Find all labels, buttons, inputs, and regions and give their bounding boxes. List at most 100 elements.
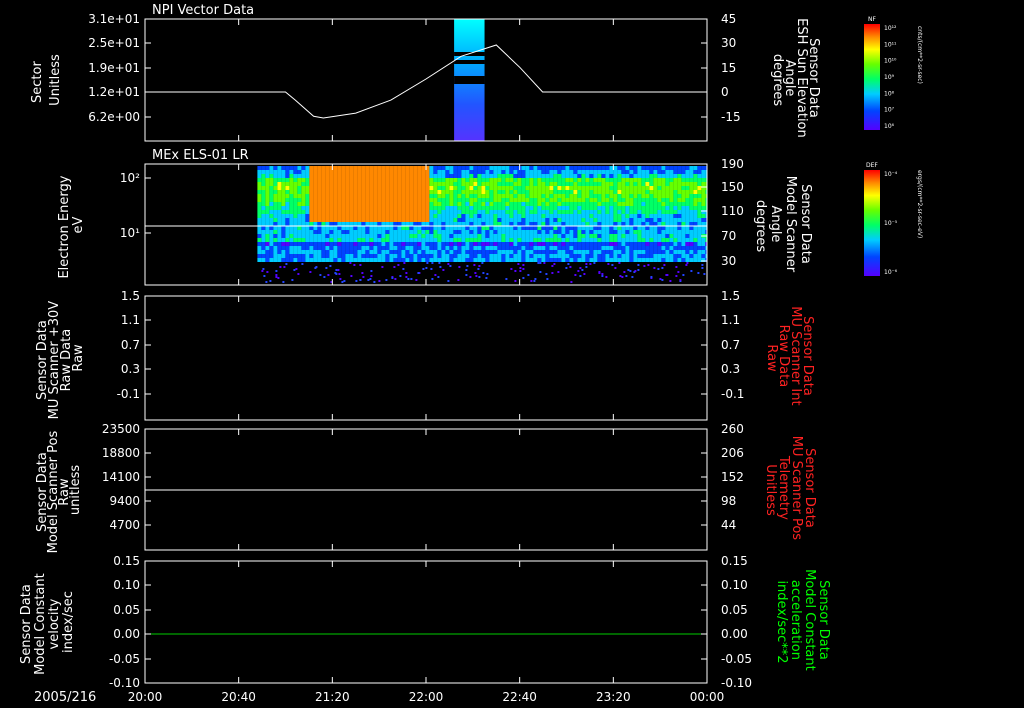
colorbar-1-gradient xyxy=(864,24,880,130)
spectrogram-cell xyxy=(393,174,398,178)
spectrogram-cell xyxy=(313,166,318,170)
spectrogram-cell xyxy=(605,194,610,198)
spectrogram-cell xyxy=(349,206,354,210)
spectrogram-cell xyxy=(269,178,274,182)
spectrogram-cell xyxy=(361,254,366,258)
spectrogram-cell xyxy=(385,186,390,190)
spectrogram-cell xyxy=(433,166,438,170)
spectrogram-cell xyxy=(317,182,322,186)
spectrogram-cell xyxy=(473,166,478,170)
spectrogram-cell xyxy=(389,182,394,186)
spectrogram-cell xyxy=(341,226,346,230)
spectrogram-cell xyxy=(385,258,390,262)
spectrogram-cell xyxy=(457,210,462,214)
spectrogram-cell xyxy=(317,226,322,230)
spectrogram-cell xyxy=(477,186,482,190)
spectrogram-cell xyxy=(465,170,470,174)
spectrogram-cell xyxy=(529,246,534,250)
spectrogram-dot xyxy=(263,275,266,277)
spectrogram-cell xyxy=(541,242,546,246)
spectrogram-cell xyxy=(557,174,562,178)
spectrogram-cell xyxy=(373,222,378,226)
spectrogram-cell xyxy=(289,174,294,178)
spectrogram-cell xyxy=(645,250,650,254)
spectrogram-cell xyxy=(605,230,610,234)
spectrogram-cell xyxy=(437,190,442,194)
spectrogram-cell xyxy=(293,186,298,190)
spectrogram-cell xyxy=(449,218,454,222)
spectrogram-cell xyxy=(325,214,330,218)
spectrogram-cell xyxy=(513,166,518,170)
spectrogram-cell xyxy=(317,214,322,218)
spectrogram-dot xyxy=(522,264,525,266)
spectrogram-cell xyxy=(333,210,338,214)
spectrogram-cell xyxy=(445,230,450,234)
spectrogram-cell xyxy=(649,178,654,182)
spectrogram-cell xyxy=(533,178,538,182)
spectrogram-cell xyxy=(577,254,582,258)
spectrogram-cell xyxy=(653,190,658,194)
spectrogram-cell xyxy=(701,166,706,170)
spectrogram-cell xyxy=(357,170,362,174)
spectrogram-cell xyxy=(605,250,610,254)
spectrogram-cell xyxy=(553,238,558,242)
spectrogram-cell xyxy=(453,254,458,258)
spectrogram-cell xyxy=(309,214,314,218)
spectrogram-dot xyxy=(282,281,285,283)
spectrogram-cell xyxy=(413,218,418,222)
spectrogram-cell xyxy=(505,222,510,226)
spectrogram-cell xyxy=(601,190,606,194)
spectrogram-cell xyxy=(549,194,554,198)
spectrogram-cell xyxy=(341,254,346,258)
spectrogram-cell xyxy=(305,238,310,242)
spectrogram-cell xyxy=(605,174,610,178)
spectrogram-cell xyxy=(601,174,606,178)
spectrogram-cell xyxy=(385,214,390,218)
spectrogram-cell xyxy=(421,210,426,214)
spectrogram-cell xyxy=(513,234,518,238)
spectrogram-cell xyxy=(317,222,322,226)
spectrogram-cell xyxy=(521,170,526,174)
spectrogram-cell xyxy=(321,230,326,234)
spectrogram-cell xyxy=(333,194,338,198)
spectrogram-dot xyxy=(675,266,678,268)
spectrogram-dot xyxy=(439,266,442,268)
spectrogram-cell xyxy=(453,206,458,210)
spectrogram-cell xyxy=(669,174,674,178)
spectrogram-cell xyxy=(625,174,630,178)
spectrogram-cell xyxy=(317,258,322,262)
spectrogram-cell xyxy=(549,226,554,230)
spectrogram-cell xyxy=(533,194,538,198)
spectrogram-dot xyxy=(367,279,370,281)
spectrogram-cell xyxy=(505,182,510,186)
spectrogram-cell xyxy=(689,178,694,182)
spectrogram-cell xyxy=(421,182,426,186)
spectrogram-cell xyxy=(313,214,318,218)
spectrogram-cell xyxy=(589,214,594,218)
spectrogram-cell xyxy=(385,166,390,170)
spectrogram-cell xyxy=(633,218,638,222)
spectrogram-cell xyxy=(281,182,286,186)
spectrogram-cell xyxy=(509,174,514,178)
spectrogram-cell xyxy=(333,234,338,238)
spectrogram-cell xyxy=(425,230,430,234)
spectrogram-cell xyxy=(569,226,574,230)
spectrogram-cell xyxy=(689,170,694,174)
spectrogram-cell xyxy=(621,210,626,214)
spectrogram-cell xyxy=(613,238,618,242)
spectrogram-cell xyxy=(581,218,586,222)
spectrogram-cell xyxy=(465,250,470,254)
spectrogram-cell xyxy=(521,190,526,194)
spectrogram-cell xyxy=(333,186,338,190)
spectrogram-cell xyxy=(353,166,358,170)
spectrogram-cell xyxy=(557,222,562,226)
spectrogram-cell xyxy=(545,206,550,210)
spectrogram-cell xyxy=(597,178,602,182)
spectrogram-cell xyxy=(457,238,462,242)
spectrogram-cell xyxy=(573,182,578,186)
spectrogram-cell xyxy=(321,242,326,246)
spectrogram-cell xyxy=(257,226,262,230)
spectrogram-cell xyxy=(597,190,602,194)
spectrogram-cell xyxy=(297,258,302,262)
spectrogram-cell xyxy=(633,190,638,194)
